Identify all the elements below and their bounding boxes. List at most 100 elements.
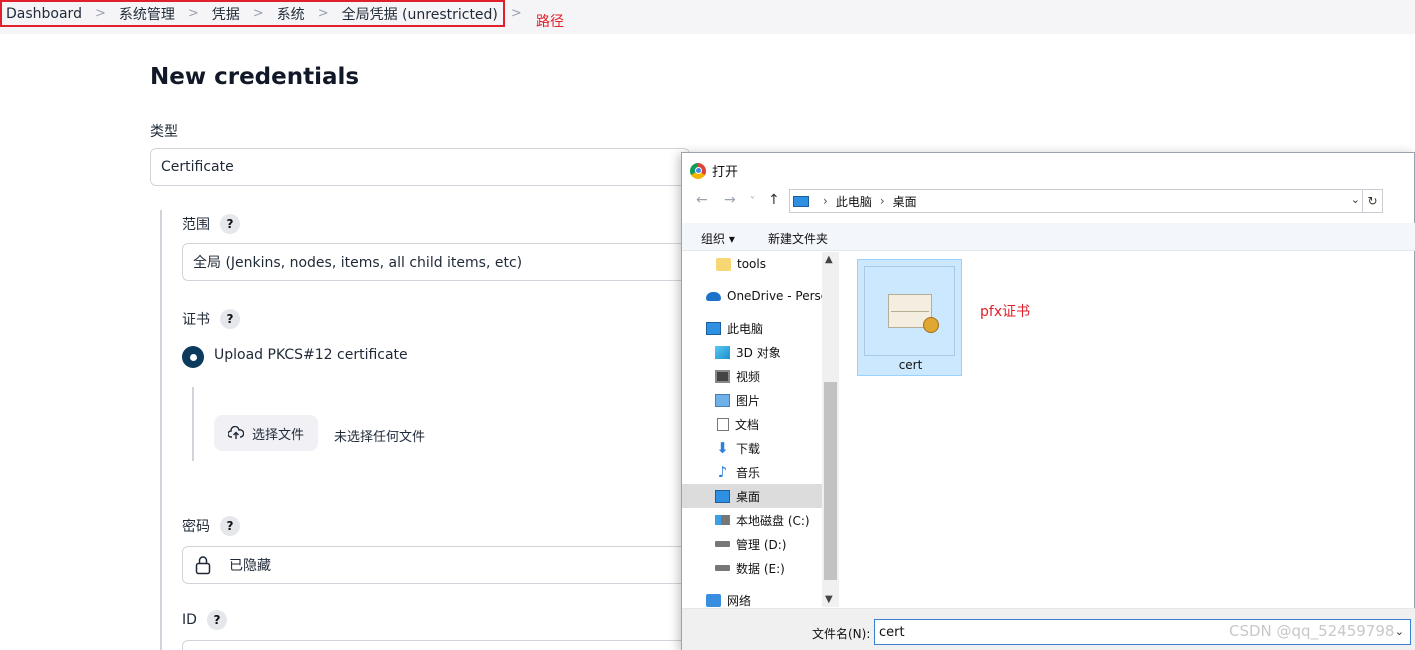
network-icon bbox=[706, 593, 721, 607]
certificate-label-text: 证书 bbox=[182, 312, 210, 328]
desktop-icon bbox=[715, 489, 730, 503]
type-label-text: 类型 bbox=[150, 124, 178, 140]
dialog-title: 打开 bbox=[690, 161, 738, 180]
password-value: 已隐藏 bbox=[229, 558, 271, 574]
nav-item-label: 3D 对象 bbox=[736, 345, 781, 360]
scroll-up-icon[interactable]: ▲ bbox=[825, 254, 833, 265]
forward-arrow-icon[interactable]: → bbox=[724, 192, 736, 208]
up-arrow-icon[interactable]: ↑ bbox=[768, 192, 780, 208]
choose-file-label: 选择文件 bbox=[251, 427, 304, 443]
nav-item-drive-c[interactable]: 本地磁盘 (C:) bbox=[682, 508, 822, 532]
upload-cloud-icon bbox=[227, 426, 244, 439]
drive-c-icon bbox=[715, 515, 730, 525]
pictures-icon bbox=[715, 393, 730, 407]
address-this-pc[interactable]: 此电脑 bbox=[836, 193, 872, 210]
nav-item-downloads[interactable]: ⬇ 下载 bbox=[682, 436, 822, 460]
nav-item-label: 本地磁盘 (C:) bbox=[736, 513, 810, 528]
password-label: 密码 ? bbox=[182, 516, 240, 536]
pfx-annotation: pfx证书 bbox=[980, 304, 1031, 320]
nav-item-3d-objects[interactable]: 3D 对象 bbox=[682, 340, 822, 364]
videos-icon bbox=[715, 369, 730, 383]
file-item-cert[interactable]: cert bbox=[857, 259, 962, 376]
type-label: 类型 bbox=[150, 121, 178, 141]
nav-item-label: 图片 bbox=[736, 393, 761, 408]
recent-locations-icon[interactable]: ˅ bbox=[750, 196, 755, 207]
no-file-status: 未选择任何文件 bbox=[334, 426, 425, 445]
nav-item-label: 文档 bbox=[735, 417, 760, 432]
help-icon[interactable]: ? bbox=[206, 610, 227, 630]
dialog-title-text: 打开 bbox=[712, 165, 739, 180]
help-icon[interactable]: ? bbox=[220, 309, 240, 329]
3d-objects-icon bbox=[715, 345, 730, 359]
help-icon[interactable]: ? bbox=[220, 214, 240, 234]
id-field[interactable] bbox=[182, 640, 690, 650]
this-pc-icon bbox=[793, 195, 809, 207]
documents-icon bbox=[717, 417, 729, 431]
nav-item-label: 视频 bbox=[736, 369, 761, 384]
breadcrumb-separator: > bbox=[510, 6, 522, 21]
back-arrow-icon[interactable]: ← bbox=[696, 192, 708, 208]
folder-icon bbox=[716, 257, 731, 271]
upload-pkcs12-radio[interactable] bbox=[182, 346, 204, 368]
music-icon: ♪ bbox=[717, 462, 728, 481]
refresh-icon[interactable]: ↻ bbox=[1362, 190, 1382, 212]
choose-file-button[interactable]: 选择文件 bbox=[214, 415, 318, 451]
navigation-scrollbar[interactable]: ▲ ▼ bbox=[822, 252, 839, 607]
nav-item-label: 音乐 bbox=[736, 465, 761, 480]
nav-item-music[interactable]: ♪ 音乐 bbox=[682, 460, 822, 484]
scroll-down-icon[interactable]: ▼ bbox=[825, 594, 833, 605]
address-separator: › bbox=[879, 194, 885, 208]
address-bar[interactable]: › 此电脑 › 桌面 ⌄ ↻ bbox=[789, 189, 1383, 213]
nav-item-this-pc[interactable]: 此电脑 bbox=[682, 316, 822, 340]
breadcrumb-highlight-box bbox=[0, 0, 505, 27]
help-icon[interactable]: ? bbox=[220, 516, 240, 536]
drive-e-icon bbox=[715, 565, 730, 571]
nav-item-label: 下载 bbox=[736, 441, 761, 456]
watermark: CSDN @qq_52459798 bbox=[1229, 622, 1395, 640]
downloads-icon: ⬇ bbox=[716, 438, 729, 457]
nav-item-pictures[interactable]: 图片 bbox=[682, 388, 822, 412]
nav-item-videos[interactable]: 视频 bbox=[682, 364, 822, 388]
password-label-text: 密码 bbox=[182, 519, 210, 535]
filename-label: 文件名(N): bbox=[812, 627, 871, 641]
upload-pkcs12-label[interactable]: Upload PKCS#12 certificate bbox=[214, 347, 408, 363]
lock-icon bbox=[195, 556, 211, 575]
envelope-icon bbox=[887, 294, 939, 333]
nav-item-desktop[interactable]: 桌面 bbox=[682, 484, 822, 508]
chevron-down-icon[interactable]: ⌄ bbox=[1351, 193, 1360, 206]
new-folder-button[interactable]: 新建文件夹 bbox=[768, 230, 828, 247]
chevron-down-icon[interactable]: ⌄ bbox=[1395, 625, 1404, 638]
chrome-icon bbox=[690, 162, 706, 179]
nav-item-label: 网络 bbox=[727, 593, 752, 608]
filename-value: cert bbox=[879, 624, 905, 640]
scope-label: 范围 ? bbox=[182, 214, 240, 234]
nav-item-label: 此电脑 bbox=[727, 321, 764, 336]
this-pc-icon bbox=[706, 321, 721, 335]
nav-item-label: 管理 (D:) bbox=[736, 537, 787, 552]
scrollbar-thumb[interactable] bbox=[824, 382, 837, 580]
nav-item-label: tools bbox=[737, 257, 766, 271]
nav-item-documents[interactable]: 文档 bbox=[682, 412, 822, 436]
password-field[interactable]: 已隐藏 bbox=[182, 546, 690, 584]
scope-select[interactable]: 全局 (Jenkins, nodes, items, all child ite… bbox=[182, 243, 690, 281]
id-label: ID ? bbox=[182, 610, 227, 630]
key-icon bbox=[922, 317, 939, 333]
nav-item-drive-d[interactable]: 管理 (D:) bbox=[682, 532, 822, 556]
scope-label-text: 范围 bbox=[182, 217, 210, 233]
type-select[interactable]: Certificate bbox=[150, 148, 690, 186]
nav-item-drive-e[interactable]: 数据 (E:) bbox=[682, 556, 822, 580]
no-file-status-text: 未选择任何文件 bbox=[334, 430, 426, 445]
onedrive-icon bbox=[706, 291, 721, 301]
nav-item-tools[interactable]: tools bbox=[682, 252, 822, 276]
organize-button[interactable]: 组织 ▾ bbox=[701, 230, 735, 247]
nav-item-onedrive[interactable]: OneDrive - Personal bbox=[682, 284, 822, 308]
nav-item-label: 桌面 bbox=[736, 489, 761, 504]
file-name-label: cert bbox=[898, 358, 923, 372]
certificate-section-rule bbox=[192, 387, 194, 461]
nav-item-label: OneDrive - Personal bbox=[727, 289, 822, 303]
dialog-toolbar: 组织 ▾ 新建文件夹 bbox=[682, 223, 1415, 251]
certificate-file-icon bbox=[864, 266, 955, 356]
address-separator: › bbox=[823, 194, 828, 208]
address-desktop[interactable]: 桌面 bbox=[893, 193, 917, 210]
page-title: New credentials bbox=[150, 64, 360, 90]
